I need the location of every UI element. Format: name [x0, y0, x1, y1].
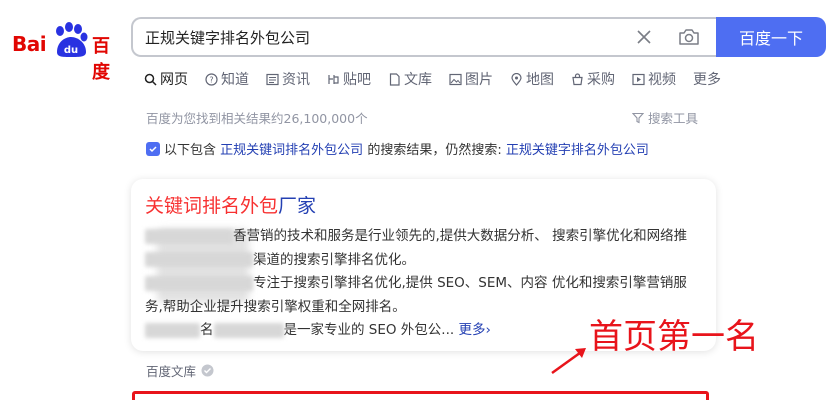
- tab-label: 资讯: [282, 72, 310, 88]
- search-box: [131, 17, 717, 57]
- map-pin-icon: [511, 72, 522, 86]
- close-icon[interactable]: [633, 26, 655, 48]
- purchase-icon: [572, 72, 583, 85]
- title-rest: 厂家: [278, 195, 317, 217]
- arrow-icon: [551, 348, 586, 375]
- camera-icon[interactable]: [677, 25, 701, 49]
- blurred-text: [145, 322, 200, 338]
- svg-text:?: ?: [209, 75, 213, 84]
- more-label: 更多: [458, 322, 486, 338]
- tab-more[interactable]: 更多: [693, 69, 721, 89]
- hint-original-link[interactable]: 正规关键字排名外包公司: [506, 139, 649, 158]
- tab-label: 知道: [221, 72, 249, 88]
- title-highlight: 关键词排名外包: [145, 195, 279, 217]
- tab-tieba[interactable]: 贴吧: [327, 69, 371, 89]
- snippet-line-5a: 名: [200, 322, 214, 338]
- chevron-right-icon: ›: [485, 322, 491, 338]
- tab-label: 地图: [526, 72, 554, 88]
- news-icon: [266, 73, 279, 85]
- tab-images[interactable]: 图片: [449, 69, 493, 89]
- tab-label: 贴吧: [343, 72, 371, 88]
- tab-zhidao[interactable]: ? 知道: [205, 69, 249, 89]
- tab-label: 网页: [160, 72, 188, 88]
- hint-keyword-link[interactable]: 正规关键词排名外包公司: [220, 139, 363, 158]
- search-input[interactable]: [145, 26, 615, 48]
- result-title[interactable]: 关键词排名外包厂家: [145, 191, 316, 218]
- tab-video[interactable]: 视频: [632, 69, 676, 89]
- document-icon: [389, 72, 400, 86]
- filter-icon: [632, 112, 644, 123]
- paw-icon: du: [56, 22, 88, 57]
- spelling-hint: 以下包含 正规关键词排名外包公司 的搜索结果，仍然搜索: 正规关键字排名外包公司: [146, 139, 649, 158]
- tieba-icon: [328, 74, 339, 84]
- logo-text-du: du: [64, 45, 78, 56]
- tab-news[interactable]: 资讯: [266, 69, 310, 89]
- search-tabs: 网页 ? 知道 资讯 贴吧 文库 图片 地图 采购 视频 更多: [144, 69, 738, 89]
- hint-prefix: 以下包含: [164, 143, 217, 158]
- logo-text-bai: Bai: [12, 32, 47, 56]
- tab-purchase[interactable]: 采购: [571, 69, 615, 89]
- source-label: 百度文库: [146, 364, 197, 379]
- search-button[interactable]: 百度一下: [716, 17, 826, 57]
- tab-label: 图片: [465, 72, 493, 88]
- info-icon: [146, 141, 160, 156]
- snippet-line-4: 务,帮助企业提升搜索引擎权重和全网排名。: [145, 298, 406, 315]
- baidu-logo[interactable]: Bai du 百度: [12, 20, 117, 83]
- tab-web[interactable]: 网页: [144, 69, 188, 89]
- blurred-text: [145, 252, 253, 267]
- search-icon: [144, 73, 157, 86]
- image-icon: [449, 73, 462, 85]
- snippet-line-3: 专注于搜索引擎排名优化,提供 SEO、SEM、内容 优化和搜索引擎营销服: [253, 275, 687, 291]
- snippet-line-2: 渠道的搜索引擎排名优化。: [253, 251, 415, 268]
- tab-map[interactable]: 地图: [510, 69, 554, 89]
- logo-text-baidu-cn: 百度: [92, 36, 110, 83]
- blurred-text: [145, 275, 253, 291]
- more-link[interactable]: 更多›: [458, 322, 490, 338]
- search-tools-button[interactable]: 搜索工具: [632, 108, 698, 127]
- tab-label: 视频: [648, 72, 676, 88]
- verified-icon: [201, 364, 214, 377]
- question-icon: ?: [205, 72, 218, 86]
- result-count: 百度为您找到相关结果约26,100,000个: [146, 111, 368, 126]
- hint-middle: 的搜索结果，仍然搜索:: [367, 143, 502, 158]
- search-tools-label: 搜索工具: [648, 111, 699, 126]
- tab-label: 采购: [587, 72, 615, 88]
- result-source[interactable]: 百度文库: [146, 361, 214, 380]
- blurred-text: [145, 228, 233, 244]
- tab-label: 更多: [693, 72, 721, 88]
- video-icon: [632, 73, 645, 85]
- tab-wenku[interactable]: 文库: [388, 69, 432, 89]
- snippet-line-1: 香营销的技术和服务是行业领先的,提供大数据分析、 搜索引擎优化和网络推: [233, 228, 688, 244]
- blurred-text: [213, 322, 284, 338]
- snippet-line-5b: 是一家专业的 SEO 外包公...: [283, 322, 455, 338]
- tab-label: 文库: [404, 72, 432, 88]
- annotation-text: 首页第一名: [589, 317, 759, 357]
- highlight-box: [132, 391, 709, 400]
